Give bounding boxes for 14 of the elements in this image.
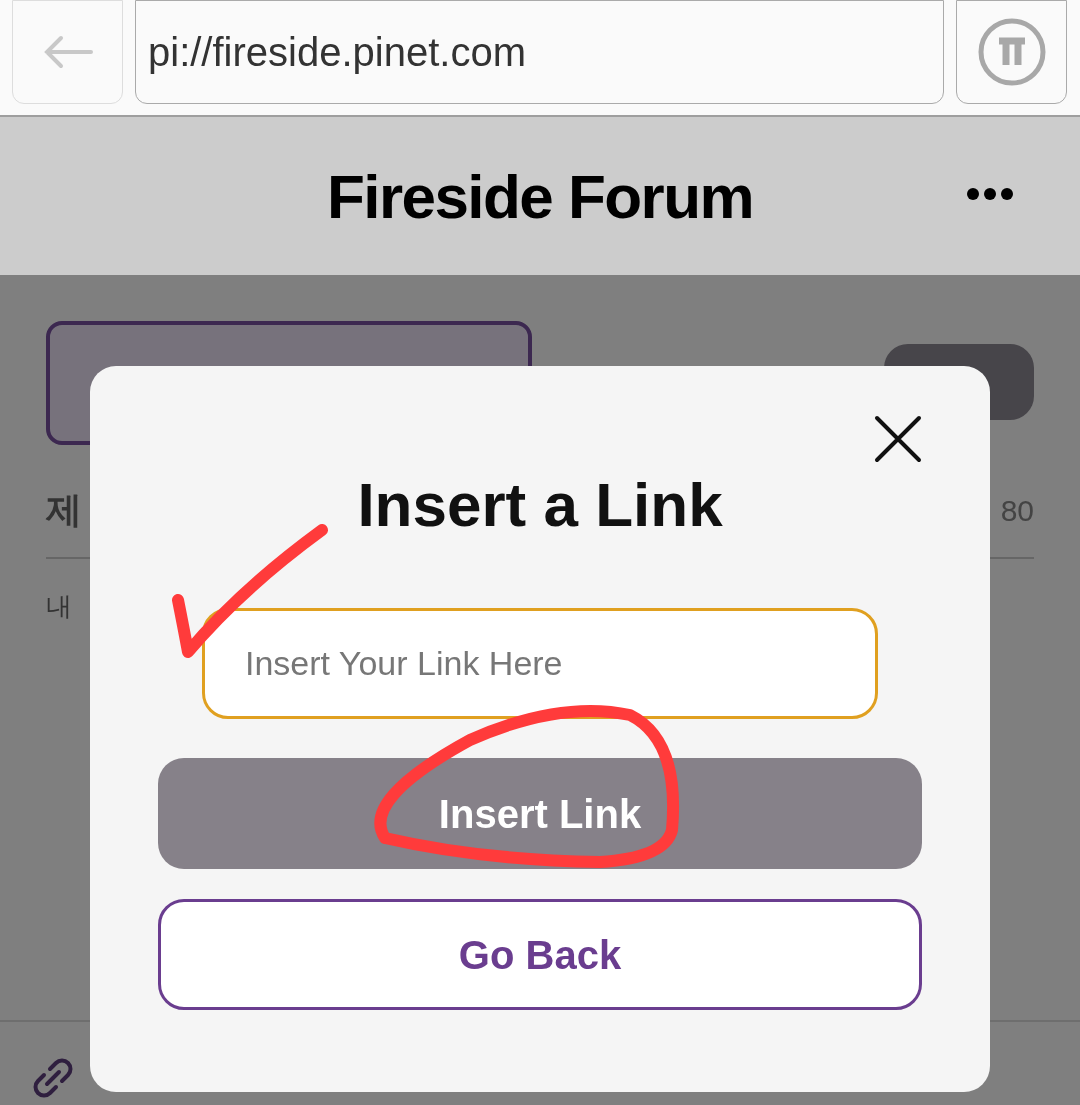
page-title: Fireside Forum xyxy=(326,160,754,233)
dialog-title: Insert a Link xyxy=(357,474,723,536)
title-text: 제 xyxy=(46,488,82,532)
insert-link-button[interactable]: Insert Link xyxy=(158,758,922,869)
back-arrow-icon xyxy=(42,35,93,69)
pi-coin-icon xyxy=(976,17,1047,87)
address-bar[interactable]: pi://fireside.pinet.com xyxy=(135,0,944,104)
content-text: 내 xyxy=(46,590,73,623)
character-counter: 80 xyxy=(1000,492,1034,529)
go-back-button[interactable]: Go Back xyxy=(158,899,922,1010)
more-icon[interactable] xyxy=(966,187,1014,201)
pi-browser-button[interactable] xyxy=(956,0,1067,104)
close-icon[interactable] xyxy=(874,415,922,463)
link-input-field[interactable]: Insert Your Link Here xyxy=(202,608,878,719)
